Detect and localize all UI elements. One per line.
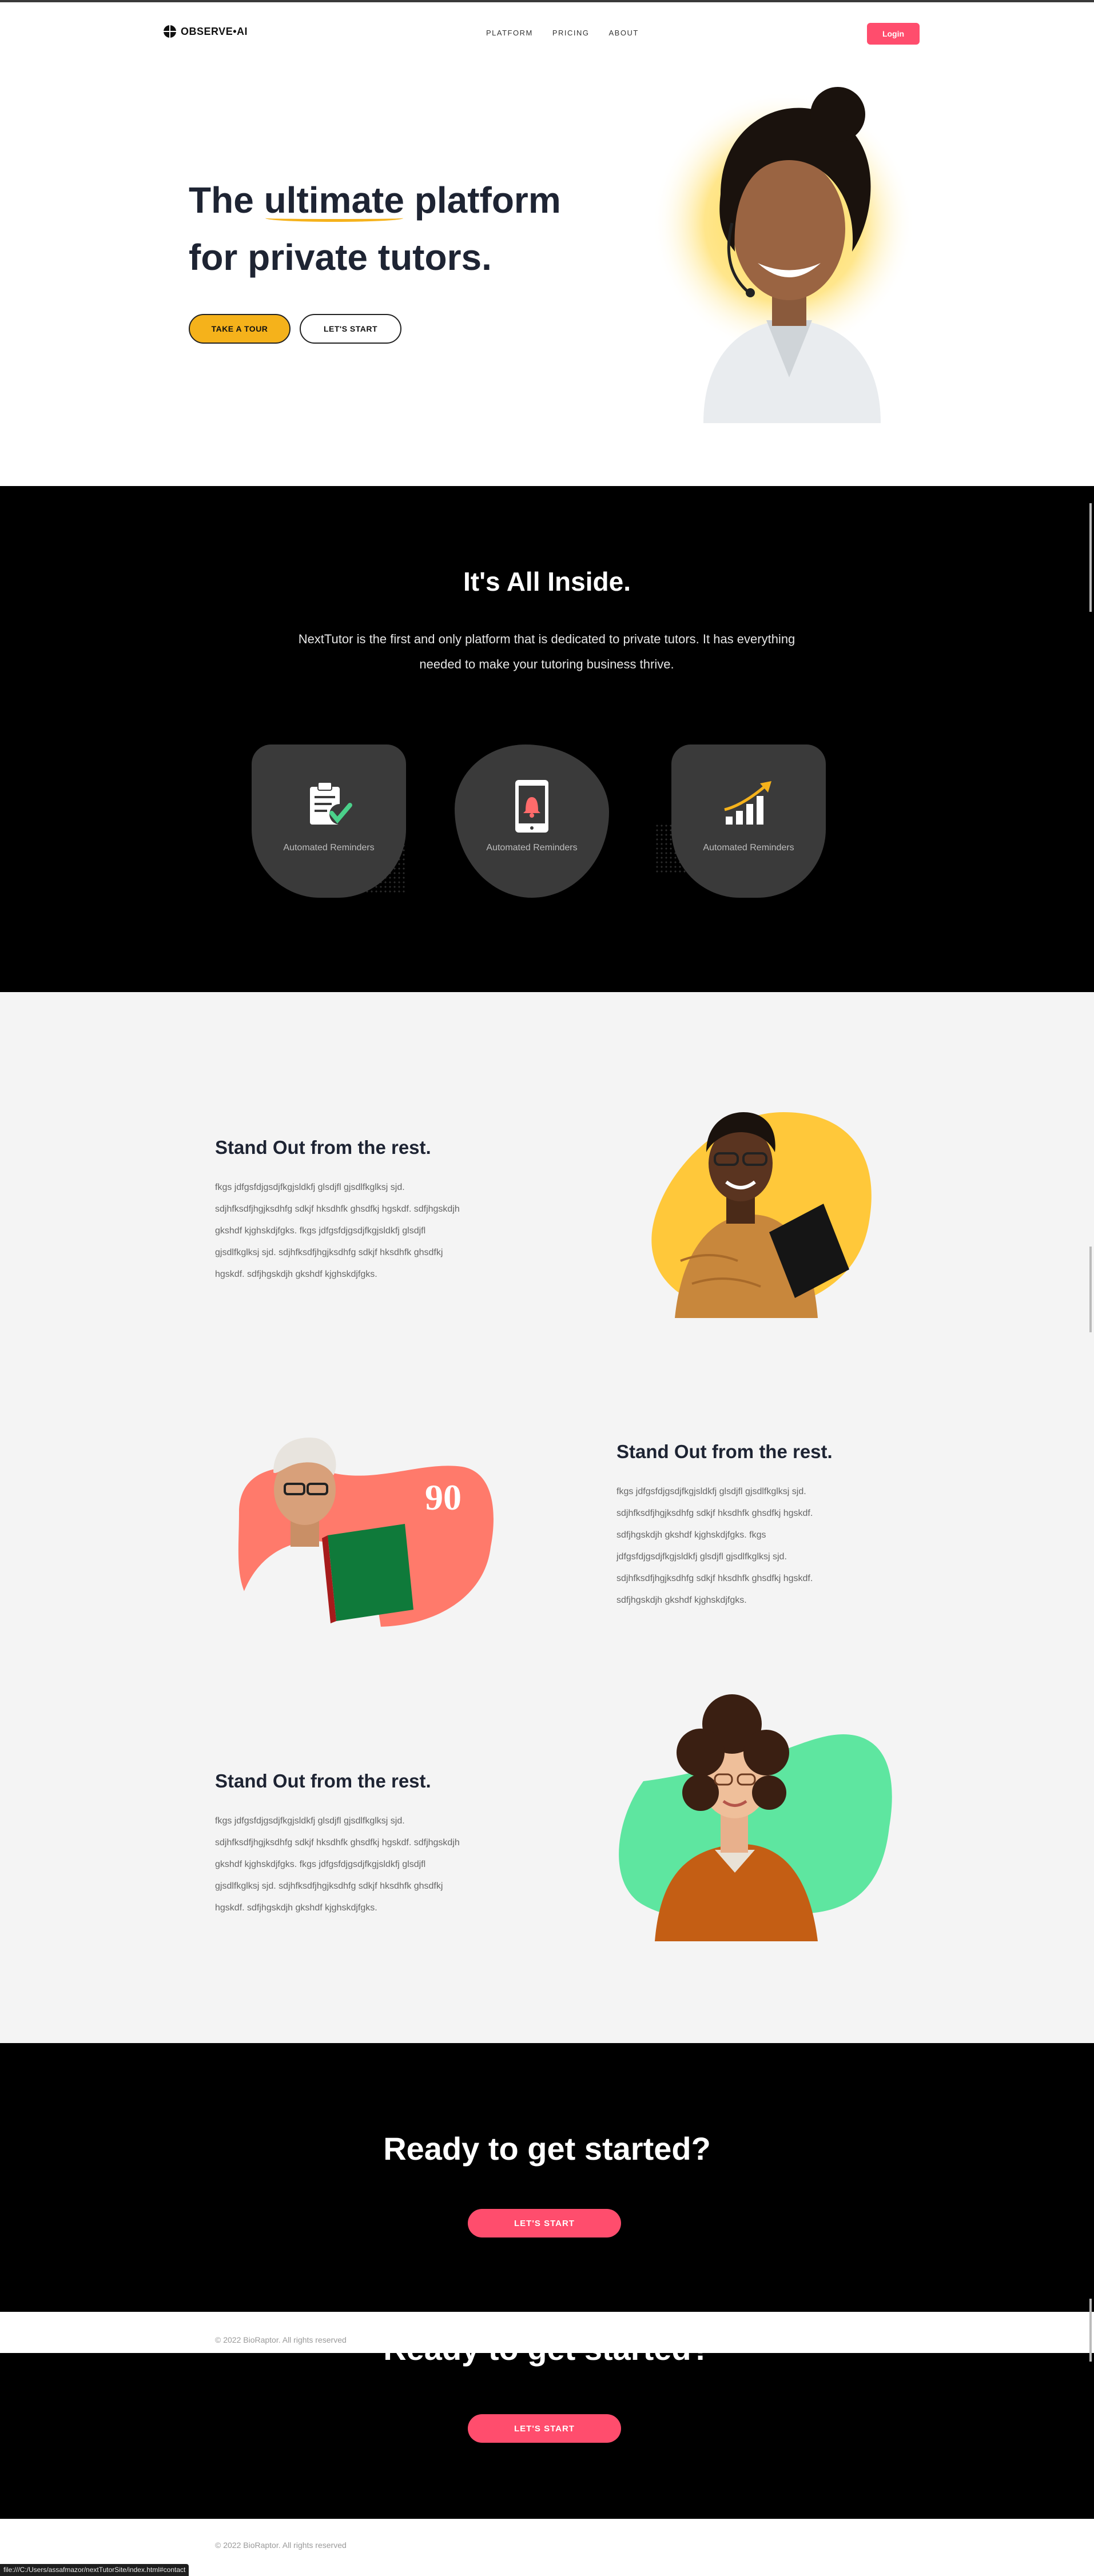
brand-name: OBSERVE•AI bbox=[181, 25, 248, 37]
feature-2-line: sdfjhgskdjh gkshdf kjghskdjfgks. bbox=[616, 1595, 747, 1605]
feature-1-line: fkgs jdfgsfdjgsdjfkgjsldkfj glsdjfl gjsd… bbox=[215, 1183, 405, 1192]
lets-start-button[interactable]: LET'S START bbox=[300, 314, 401, 344]
feature-2-photo: 90 bbox=[233, 1438, 494, 1638]
cta-start-button[interactable]: LET'S START bbox=[468, 2209, 621, 2237]
feature-3-line: hgskdf. sdfjhgskdjh gkshdf kjghskdjfgks. bbox=[215, 1903, 377, 1913]
phone-bell-icon bbox=[515, 780, 548, 833]
growth-chart-icon bbox=[724, 781, 771, 825]
feature-2-line: sdjhfksdfjhgjksdhfg sdkjf hksdhfk ghsdfk… bbox=[616, 1574, 813, 1583]
feature-2-title: Stand Out from the rest. bbox=[616, 1441, 833, 1462]
nav-platform[interactable]: PLATFORM bbox=[486, 29, 533, 37]
login-button[interactable]: Login bbox=[867, 23, 920, 45]
feature-3-photo bbox=[619, 1694, 892, 1941]
browser-status-url: file:///C:/Users/assafmazor/nextTutorSit… bbox=[0, 2564, 189, 2576]
feature-2-line: sdfjhgskdjh gkshdf kjghskdjfgks. fkgs bbox=[616, 1530, 766, 1540]
logo-icon bbox=[164, 25, 176, 38]
cta-title-repeat: Ready to get started? bbox=[0, 2353, 1094, 2367]
feature-2-line: jdfgsfdjgsdjfkgjsldkfj glsdjfl gjsdlfkgl… bbox=[616, 1552, 787, 1562]
feature-1-line: gkshdf kjghskdjfgks. fkgs jdfgsfdjgsdjfk… bbox=[215, 1226, 426, 1236]
feature-3-line: sdjhfksdfjhgjksdhfg sdkjf hksdhfk ghsdfk… bbox=[215, 1838, 460, 1848]
feature-card-label: Automated Reminders bbox=[283, 843, 375, 853]
feature-3-line: gkshdf kjghskdjfgks. fkgs jdfgsfdjgsdjfk… bbox=[215, 1860, 426, 1869]
feature-2-badge-number: 90 bbox=[425, 1477, 462, 1518]
feature-1-line: gjsdlfkglksj sjd. sdjhfksdfjhgjksdhfg sd… bbox=[215, 1248, 443, 1257]
feature-3-line: gjsdlfkglksj sjd. sdjhfksdfjhgjksdhfg sd… bbox=[215, 1881, 443, 1891]
inside-title: It's All Inside. bbox=[463, 567, 631, 596]
clipboard-check-icon bbox=[310, 782, 352, 825]
top-edge bbox=[0, 0, 1094, 2]
footer-copyright: © 2022 BioRaptor. All rights reserved bbox=[215, 2335, 347, 2344]
feature-card-label: Automated Reminders bbox=[703, 843, 794, 853]
feature-3-title: Stand Out from the rest. bbox=[215, 1770, 431, 1791]
feature-1-line: hgskdf. sdfjhgskdjh gkshdf kjghskdjfgks. bbox=[215, 1269, 377, 1279]
hero-title-pre: The bbox=[189, 180, 264, 221]
feature-1-photo bbox=[651, 1112, 872, 1318]
take-tour-button[interactable]: TAKE A TOUR bbox=[189, 314, 291, 344]
feature-2-line: fkgs jdfgsfdjgsdjfkgjsldkfj glsdjfl gjsd… bbox=[616, 1487, 806, 1496]
feature-card-growth[interactable]: Automated Reminders bbox=[671, 744, 826, 898]
cta-section bbox=[0, 2043, 1094, 2312]
inside-description: NextTutor is the first and only platform… bbox=[298, 632, 795, 671]
feature-3-text: fkgs jdfgsfdjgsdjfkgjsldkfj glsdjfl gjsd… bbox=[215, 1810, 501, 1919]
hero-title-line2: for private tutors. bbox=[189, 237, 492, 278]
cta-title: Ready to get started? bbox=[383, 2131, 711, 2167]
hero-title: The ultimate platform for private tutors. bbox=[189, 172, 635, 286]
scrollbar-thumb[interactable] bbox=[1089, 2299, 1092, 2362]
scrollbar-thumb[interactable] bbox=[1089, 503, 1092, 612]
feature-1-title: Stand Out from the rest. bbox=[215, 1137, 431, 1158]
brand-logo[interactable]: OBSERVE•AI bbox=[164, 25, 248, 38]
features-detail-section bbox=[0, 992, 1094, 2043]
scrollbar-thumb[interactable] bbox=[1089, 1247, 1092, 1332]
nav-pricing[interactable]: PRICING bbox=[552, 29, 590, 37]
feature-1-line: sdjhfksdfjhgjksdhfg sdkjf hksdhfk ghsdfk… bbox=[215, 1204, 460, 1214]
features-overview-section bbox=[0, 486, 1094, 992]
nav-about[interactable]: ABOUT bbox=[609, 29, 639, 37]
feature-3-line: fkgs jdfgsfdjgsdjfkgjsldkfj glsdjfl gjsd… bbox=[215, 1816, 405, 1826]
feature-2-line: sdjhfksdfjhgjksdhfg sdkjf hksdhfk ghsdfk… bbox=[616, 1508, 813, 1518]
feature-2-text: fkgs jdfgsfdjgsdjfkgjsldkfj glsdjfl gjsd… bbox=[616, 1481, 902, 1611]
hero-title-highlight: ultimate bbox=[264, 172, 404, 229]
hero-title-post: platform bbox=[404, 180, 561, 221]
feature-1-text: fkgs jdfgsfdjgsdjfkgjsldkfj glsdjfl gjsd… bbox=[215, 1177, 501, 1285]
footer-copyright-repeat: © 2022 BioRaptor. All rights reserved bbox=[215, 2541, 347, 2550]
cta-start-button-repeat[interactable]: LET'S START bbox=[468, 2414, 621, 2443]
hero-tutor-photo bbox=[652, 87, 915, 423]
main-nav: PLATFORM PRICING ABOUT bbox=[486, 29, 639, 37]
feature-card-reminders[interactable]: Automated Reminders bbox=[252, 744, 406, 898]
feature-card-label: Automated Reminders bbox=[486, 843, 578, 853]
